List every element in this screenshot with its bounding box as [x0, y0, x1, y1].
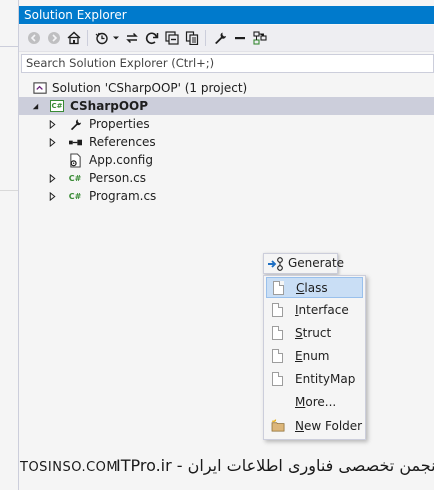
collapse-all-icon[interactable]	[163, 30, 180, 47]
menu-item-label: Struct	[295, 326, 332, 340]
collapsed-arrow-icon[interactable]	[47, 191, 57, 201]
diagram-icon[interactable]	[251, 30, 268, 47]
watermark-right: ITPro.ir - انجمن تخصصی فناوری اطلاعات ای…	[116, 456, 434, 475]
collapsed-arrow-icon[interactable]	[47, 173, 57, 183]
csharp-file-icon: C#	[68, 173, 82, 183]
config-icon	[67, 152, 83, 168]
menu-item-label: More...	[295, 395, 337, 409]
tree-item-references[interactable]: References	[19, 133, 434, 151]
generate-label: Generate	[288, 256, 345, 270]
watermark-left: TOSINSO.COM	[20, 460, 119, 475]
history-icon[interactable]	[93, 30, 110, 47]
tree-item-label: References	[89, 135, 156, 149]
menu-item-label: Enum	[295, 349, 330, 363]
tree-item-label: Properties	[89, 117, 150, 131]
solution-explorer-panel: Solution Explorer Search Solution Explor…	[19, 0, 434, 490]
csharp-project-icon: C#	[50, 100, 64, 112]
tree-item-label: Person.cs	[89, 171, 146, 185]
menu-item-interface[interactable]: Interface	[266, 300, 363, 321]
tree-item-project[interactable]: C# CSharpOOP	[19, 97, 434, 115]
generate-menu-item[interactable]: Generate	[263, 253, 344, 274]
show-all-files-icon[interactable]	[183, 30, 200, 47]
toolbar-separator	[205, 30, 206, 46]
menu-item-new-folder[interactable]: New Folder	[266, 416, 363, 437]
tree-item-properties[interactable]: Properties	[19, 115, 434, 133]
divider	[0, 46, 18, 47]
toolbar-separator	[87, 30, 88, 46]
document-icon	[273, 281, 284, 295]
expanded-arrow-icon[interactable]	[30, 101, 40, 111]
tree-item-solution[interactable]: Solution 'CSharpOOP' (1 project)	[19, 79, 434, 97]
menu-item-entitymap[interactable]: EntityMap	[266, 369, 363, 390]
back-icon[interactable]	[25, 30, 42, 47]
sync-icon[interactable]	[123, 30, 140, 47]
generate-submenu: Class Interface Struct Enum EntityMap Mo…	[263, 275, 366, 440]
menu-item-label: EntityMap	[295, 372, 356, 386]
generate-icon	[267, 256, 285, 272]
document-icon	[272, 303, 283, 317]
menu-item-struct[interactable]: Struct	[266, 323, 363, 344]
menu-item-class[interactable]: Class	[266, 277, 363, 298]
panel-title[interactable]: Solution Explorer	[19, 6, 434, 24]
home-icon[interactable]	[65, 30, 82, 47]
search-input[interactable]: Search Solution Explorer (Ctrl+;)	[21, 54, 434, 73]
properties-icon[interactable]	[211, 30, 228, 47]
chevron-down-icon[interactable]	[113, 30, 119, 47]
tree-item-app-config[interactable]: App.config	[19, 151, 434, 169]
forward-icon[interactable]	[45, 30, 62, 47]
tree-item-label: Program.cs	[89, 189, 157, 203]
menu-item-label: Interface	[295, 303, 349, 317]
tree-item-label: App.config	[89, 153, 153, 167]
tree-item-label: Solution 'CSharpOOP' (1 project)	[52, 81, 248, 95]
document-icon	[272, 349, 283, 363]
csharp-file-icon: C#	[68, 191, 82, 201]
editor-edge	[0, 0, 19, 490]
menu-item-label: New Folder	[295, 419, 363, 433]
minus-icon[interactable]	[231, 30, 248, 47]
solution-icon	[32, 80, 48, 96]
references-icon	[67, 134, 83, 150]
solution-explorer-toolbar	[19, 25, 434, 52]
wrench-icon	[67, 116, 83, 132]
menu-item-label: Class	[296, 281, 328, 295]
tree-item-program-cs[interactable]: C# Program.cs	[19, 187, 434, 205]
tree-item-person-cs[interactable]: C# Person.cs	[19, 169, 434, 187]
refresh-icon[interactable]	[143, 30, 160, 47]
collapsed-arrow-icon[interactable]	[47, 137, 57, 147]
collapsed-arrow-icon[interactable]	[47, 119, 57, 129]
divider	[0, 190, 18, 191]
document-icon	[272, 326, 283, 340]
tree-item-label: CSharpOOP	[70, 99, 149, 113]
menu-item-enum[interactable]: Enum	[266, 346, 363, 367]
new-folder-icon	[271, 419, 286, 435]
menu-item-more[interactable]: More...	[266, 392, 363, 413]
document-icon	[272, 372, 283, 386]
watermark: TOSINSO.COM ITPro.ir - انجمن تخصصی فناور…	[20, 456, 434, 480]
